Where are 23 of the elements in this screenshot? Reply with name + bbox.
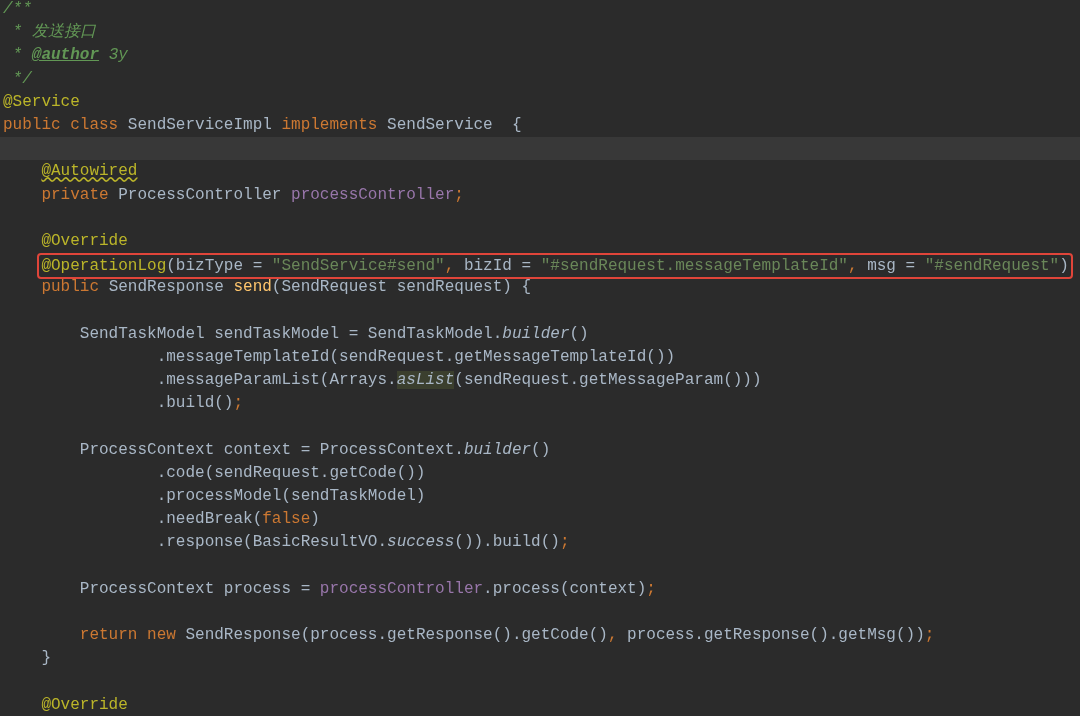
code-line: .messageParamList(Arrays.asList(sendRequest.getMessageParam())) [156,370,762,391]
code-line: .code(sendRequest.getCode()) [156,462,426,484]
code-line: @Autowired [41,161,138,183]
code-line: ProcessContext context = ProcessContext.builder() [79,439,551,461]
code-line: } [41,648,51,670]
code-line: .build(); [156,393,244,415]
code-line: public SendResponse send(SendRequest sendRequest) { [41,277,532,299]
code-line: .response(BasicResultVO.success()).build(); [156,532,570,554]
code-line: * 发送接口 [12,22,96,44]
code-line: private ProcessController processController; [41,184,464,206]
code-line: .messageTemplateId(sendRequest.getMessageTemplateId()) [156,346,676,368]
code-line: SendTaskModel sendTaskModel = SendTaskModel.builder() [79,323,589,345]
code-line: * @author 3y [12,45,128,67]
code-line: .needBreak(false) [156,509,320,531]
code-line: @Override [41,230,128,252]
code-line: */ [12,68,32,90]
code-line: return new SendResponse(process.getResponse().getCode(), process.getResponse().getMsg()); [79,625,935,647]
code-line: .processModel(sendTaskModel) [156,485,426,507]
code-line: public class SendServiceImpl implements SendService { [3,114,522,136]
code-line: ProcessContext process = processController.process(context); [79,578,656,600]
code-line: @Override [41,694,128,716]
code-line: @Service [3,91,80,113]
code-line: /** [3,0,32,20]
